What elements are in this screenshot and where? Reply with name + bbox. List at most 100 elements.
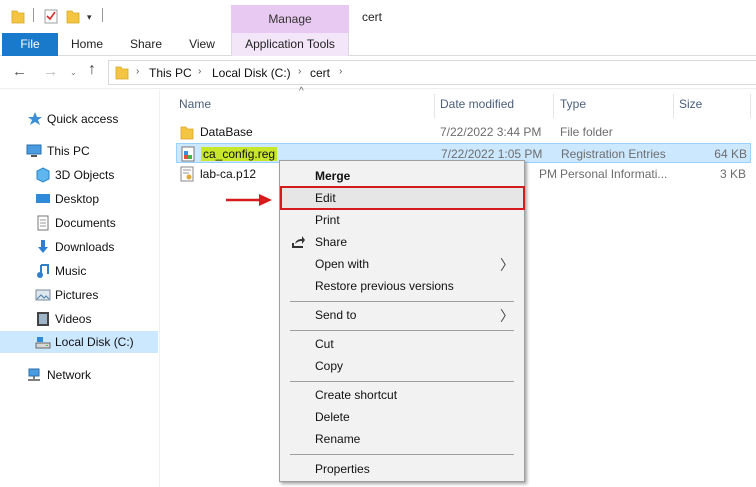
breadcrumb-this-pc[interactable]: This PC [149, 66, 192, 80]
nav-item-label: Quick access [47, 112, 119, 126]
file-name: lab-ca.p12 [200, 167, 257, 181]
folder-icon[interactable] [11, 8, 25, 24]
menu-item-label: Copy [315, 359, 344, 373]
nav-item-pictures[interactable]: Pictures [0, 284, 158, 306]
column-header-type[interactable]: Type [560, 94, 674, 118]
nav-item-label: Videos [55, 312, 92, 326]
chevron-right-icon: 〉 [500, 257, 514, 273]
menu-item-delete[interactable]: Delete [282, 406, 522, 428]
up-button[interactable]: ↑ [88, 61, 96, 79]
nav-item-3d-objects[interactable]: 3D Objects [0, 164, 158, 186]
tab-home[interactable]: Home [63, 33, 111, 56]
nav-item-label: Network [47, 368, 92, 382]
menu-item-label: Merge [315, 169, 351, 183]
nav-item-local-disk[interactable]: Local Disk (C:) [0, 331, 158, 353]
nav-item-label: Local Disk (C:) [55, 335, 134, 349]
ribbon-tab-bar: File Home Share View Application Tools [0, 33, 756, 56]
properties-check-icon[interactable] [44, 8, 58, 24]
menu-item-restore-previous-versions[interactable]: Restore previous versions [282, 275, 522, 297]
menu-item-share[interactable]: Share [282, 231, 522, 253]
menu-item-label: Open with [315, 257, 370, 271]
manage-contextual-tab[interactable]: Manage [231, 5, 349, 33]
recent-locations-icon[interactable]: ⌄ [70, 68, 77, 77]
menu-item-label: Properties [315, 462, 370, 476]
manage-label: Manage [268, 12, 312, 26]
nav-item-videos[interactable]: Videos [0, 308, 158, 330]
file-row-database[interactable]: DataBase 7/22/2022 3:44 PM File folder [176, 122, 751, 142]
menu-item-properties[interactable]: Properties [282, 458, 522, 480]
menu-item-label: Cut [315, 337, 334, 351]
back-button[interactable]: ← [12, 63, 27, 80]
menu-item-open-with[interactable]: Open with 〉 [282, 253, 522, 275]
context-menu: Merge Edit Print Share Open with 〉 Resto… [279, 160, 525, 482]
videos-icon [37, 312, 49, 326]
menu-item-print[interactable]: Print [282, 209, 522, 231]
chevron-right-icon: 〉 [500, 308, 514, 324]
drive-icon [35, 337, 51, 349]
menu-item-edit[interactable]: Edit [282, 187, 522, 209]
nav-item-label: 3D Objects [55, 168, 115, 182]
documents-icon [37, 215, 49, 231]
menu-item-create-shortcut[interactable]: Create shortcut [282, 384, 522, 406]
menu-item-rename[interactable]: Rename [282, 428, 522, 450]
address-row: ← → ⌄ ↑ › This PC › Local Disk (C:) › ce… [0, 57, 756, 89]
column-header-name[interactable]: Name [179, 94, 435, 118]
menu-separator [290, 301, 514, 302]
tab-file[interactable]: File [2, 33, 58, 56]
folder-icon [180, 126, 194, 140]
cube-icon [36, 167, 50, 183]
column-header-label: Date modified [440, 97, 515, 111]
file-date: 7/22/2022 3:44 PM [440, 125, 542, 139]
menu-item-label: Rename [315, 432, 361, 446]
menu-item-send-to[interactable]: Send to 〉 [282, 304, 522, 326]
breadcrumb-separator[interactable]: › [298, 66, 301, 77]
forward-button[interactable]: → [43, 63, 58, 80]
network-icon [28, 368, 40, 381]
nav-item-label: Downloads [55, 240, 115, 254]
breadcrumb-separator[interactable]: › [198, 66, 201, 77]
file-type: File folder [560, 125, 613, 139]
file-size: 64 KB [714, 147, 747, 161]
share-icon [292, 236, 305, 248]
breadcrumb-separator[interactable]: › [136, 66, 139, 77]
folder-icon [115, 66, 129, 80]
breadcrumb-separator[interactable]: › [339, 66, 342, 77]
address-bar[interactable]: › This PC › Local Disk (C:) › cert › [108, 60, 756, 85]
menu-item-merge[interactable]: Merge [282, 165, 522, 187]
file-size: 3 KB [719, 167, 746, 181]
menu-item-label: Edit [315, 191, 336, 205]
file-type: Personal Informati... [560, 167, 668, 181]
tab-view[interactable]: View [181, 33, 223, 56]
desktop-icon [36, 194, 50, 203]
music-icon [37, 264, 49, 278]
customize-dropdown-icon[interactable]: ▾ [87, 12, 92, 23]
file-name: DataBase [200, 125, 253, 139]
file-name-highlight: ca_config.reg [201, 147, 278, 161]
nav-item-desktop[interactable]: Desktop [0, 188, 158, 210]
star-icon [28, 112, 42, 125]
menu-item-cut[interactable]: Cut [282, 333, 522, 355]
pictures-icon [35, 289, 51, 301]
tab-share[interactable]: Share [124, 33, 168, 56]
column-header-label: Type [560, 97, 587, 111]
breadcrumb-cert[interactable]: cert [310, 66, 330, 80]
column-header-label: Size [679, 97, 703, 111]
nav-item-this-pc[interactable]: This PC [0, 140, 158, 162]
nav-item-label: Music [55, 264, 87, 278]
tab-application-tools[interactable]: Application Tools [231, 33, 349, 56]
certificate-icon [180, 166, 194, 182]
nav-item-documents[interactable]: Documents [0, 212, 158, 234]
column-header-size[interactable]: Size [679, 94, 751, 118]
computer-icon [26, 144, 42, 157]
file-name: ca_config.reg [201, 147, 278, 161]
toolbar-separator [102, 8, 103, 22]
nav-item-network[interactable]: Network [0, 364, 158, 386]
menu-item-label: Restore previous versions [315, 279, 454, 293]
new-folder-icon[interactable] [66, 8, 80, 24]
nav-item-downloads[interactable]: Downloads [0, 236, 158, 258]
breadcrumb-local-disk[interactable]: Local Disk (C:) [212, 66, 291, 80]
nav-item-quick-access[interactable]: Quick access [0, 108, 158, 130]
column-header-date-modified[interactable]: Date modified [440, 94, 554, 118]
menu-item-copy[interactable]: Copy [282, 355, 522, 377]
nav-item-music[interactable]: Music [0, 260, 158, 282]
